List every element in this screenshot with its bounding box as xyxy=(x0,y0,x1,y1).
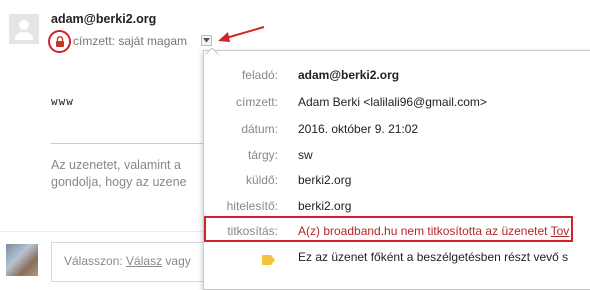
to-label: címzett: xyxy=(235,95,278,109)
preview-line-1: Az uzenetet, valamint a xyxy=(51,158,181,172)
preview-line-2: gondolja, hogy az uzene xyxy=(51,175,187,189)
divider xyxy=(0,231,205,232)
reply-prompt: Válasszon: Válasz vagy xyxy=(64,254,191,268)
to-value[interactable]: Adam Berki <lalilali96@gmail.com> xyxy=(298,95,487,109)
signed-by-label: hitelesítő: xyxy=(226,199,278,213)
sender-email[interactable]: adam@berki2.org xyxy=(51,12,156,26)
message-preview: Az uzenetet, valamint a gondolja, hogy a… xyxy=(51,157,206,191)
mailed-by-label: küldő: xyxy=(245,173,278,187)
encryption-value: A(z) broadband.hu nem titkosította az üz… xyxy=(298,224,569,238)
mailed-by-value: berki2.org xyxy=(298,173,352,187)
learn-more-link[interactable]: Tov xyxy=(551,224,570,238)
importance-tag-icon xyxy=(262,254,275,268)
reply-suffix: vagy xyxy=(162,254,191,268)
user-avatar xyxy=(6,244,38,276)
importance-explanation: Ez az üzenet főként a beszélgetésben rés… xyxy=(298,250,569,264)
date-value: 2016. október 9. 21:02 xyxy=(298,122,419,136)
encryption-label: titkosítás: xyxy=(227,224,278,238)
reply-prefix: Válasszon: xyxy=(64,254,127,268)
encryption-status: A(z) broadband.hu nem titkosította az üz… xyxy=(298,224,548,238)
message-body-text: www xyxy=(51,95,74,108)
signed-by-value: berki2.org xyxy=(298,199,352,213)
lock-icon[interactable] xyxy=(55,36,65,50)
subject-value: sw xyxy=(298,148,313,162)
person-icon xyxy=(15,20,33,40)
sender-avatar xyxy=(9,14,39,44)
divider xyxy=(51,143,221,144)
subject-label: tárgy: xyxy=(247,148,278,162)
from-value[interactable]: adam@berki2.org xyxy=(298,68,399,82)
from-label: feladó: xyxy=(241,68,278,82)
date-label: dátum: xyxy=(241,122,278,136)
annotation-arrow xyxy=(214,24,266,49)
reply-link[interactable]: Válasz xyxy=(126,254,162,268)
recipient-summary: címzett: saját magam xyxy=(73,34,188,48)
chevron-down-icon xyxy=(203,38,210,43)
popup-notch xyxy=(203,44,221,58)
